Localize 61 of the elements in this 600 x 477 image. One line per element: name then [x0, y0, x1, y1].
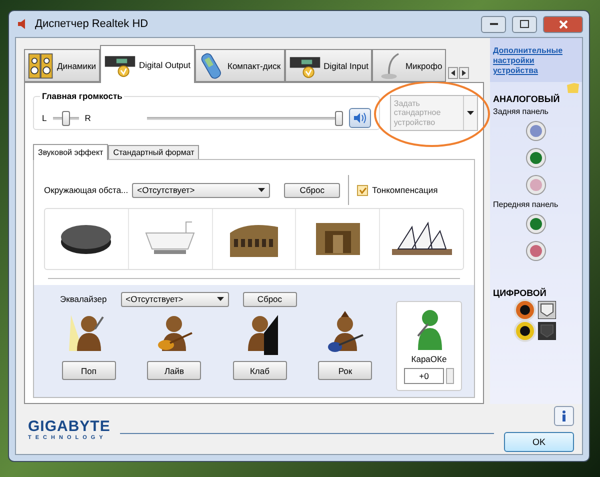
speaker-icon — [28, 50, 54, 80]
close-icon — [558, 20, 568, 28]
preset-button[interactable]: Лайв — [147, 361, 202, 380]
caret-icon — [258, 188, 266, 192]
coaxial-jack[interactable] — [516, 322, 534, 340]
equalizer-label: Эквалайзер — [60, 294, 107, 304]
analog-heading: АНАЛОГОВЫЙ — [493, 94, 560, 104]
effect-tab[interactable]: Звуковой эффект — [33, 144, 108, 160]
info-icon — [560, 410, 568, 422]
optical-port-icon — [538, 322, 556, 340]
preset-button[interactable]: Клаб — [232, 361, 287, 380]
minimize-button[interactable] — [481, 16, 506, 32]
equalizer-dropdown[interactable]: <Отсутствует> — [120, 292, 229, 306]
audio-jack[interactable] — [527, 242, 545, 260]
minimize-icon — [490, 23, 498, 25]
device-tab[interactable]: Микрофо — [372, 49, 446, 82]
group-label: Главная громкость — [40, 91, 124, 101]
info-button[interactable] — [554, 406, 574, 426]
maximize-button[interactable] — [512, 16, 537, 32]
window-title: Диспетчер Realtek HD — [35, 18, 150, 30]
digital-heading: ЦИФРОВОЙ — [493, 288, 546, 298]
close-button[interactable] — [543, 16, 583, 32]
maximize-icon — [520, 20, 529, 28]
preset-button[interactable]: Рок — [318, 361, 372, 380]
audio-jack[interactable] — [527, 176, 545, 194]
audio-jack[interactable] — [527, 149, 545, 167]
audio-jack[interactable] — [527, 122, 545, 140]
preset-button[interactable]: Поп — [62, 361, 116, 380]
effect-tab[interactable]: Стандартный формат — [108, 145, 200, 159]
coaxial-jack[interactable] — [516, 301, 534, 319]
scroll-right-button[interactable] — [459, 67, 470, 79]
reset-button[interactable]: Сброс — [284, 182, 340, 198]
disc-icon — [59, 222, 114, 256]
ok-button[interactable]: OK — [504, 432, 574, 452]
reset-button[interactable]: Сброс — [242, 292, 297, 306]
panel-label: Передняя панель — [493, 200, 558, 209]
loudness-label: Тонкомпенсация — [372, 185, 438, 195]
panel-label: Задняя панель — [493, 107, 548, 116]
mute-button[interactable] — [348, 108, 371, 128]
device-tab[interactable]: Компакт-диск — [194, 49, 285, 82]
left-label: L — [42, 113, 47, 123]
loudness-checkbox[interactable] — [357, 184, 368, 196]
audio-jack[interactable] — [527, 215, 545, 233]
left-arrow-icon — [451, 70, 456, 76]
speaker-icon — [352, 112, 367, 124]
right-label: R — [84, 113, 91, 123]
karaoke-label: КараОКе — [411, 354, 447, 364]
caret-icon — [466, 111, 474, 115]
karaoke-field[interactable]: +0 — [404, 368, 444, 384]
device-tab[interactable]: Digital Output — [100, 45, 194, 83]
advanced-settings-link[interactable]: Дополнительные настройки устройства — [490, 38, 582, 82]
device-tab[interactable]: Digital Input — [284, 49, 372, 82]
right-arrow-icon — [462, 70, 466, 76]
environment-label: Окружающая обста... — [44, 185, 128, 195]
device-tab[interactable]: Динамики — [24, 49, 100, 82]
bass-player-icon — [325, 311, 366, 355]
scroll-left-button[interactable] — [448, 67, 458, 79]
optical-port-icon — [538, 301, 556, 319]
caret-icon — [216, 297, 224, 301]
check-icon — [358, 186, 367, 194]
environment-dropdown[interactable]: <Отсутствует> — [132, 182, 270, 198]
